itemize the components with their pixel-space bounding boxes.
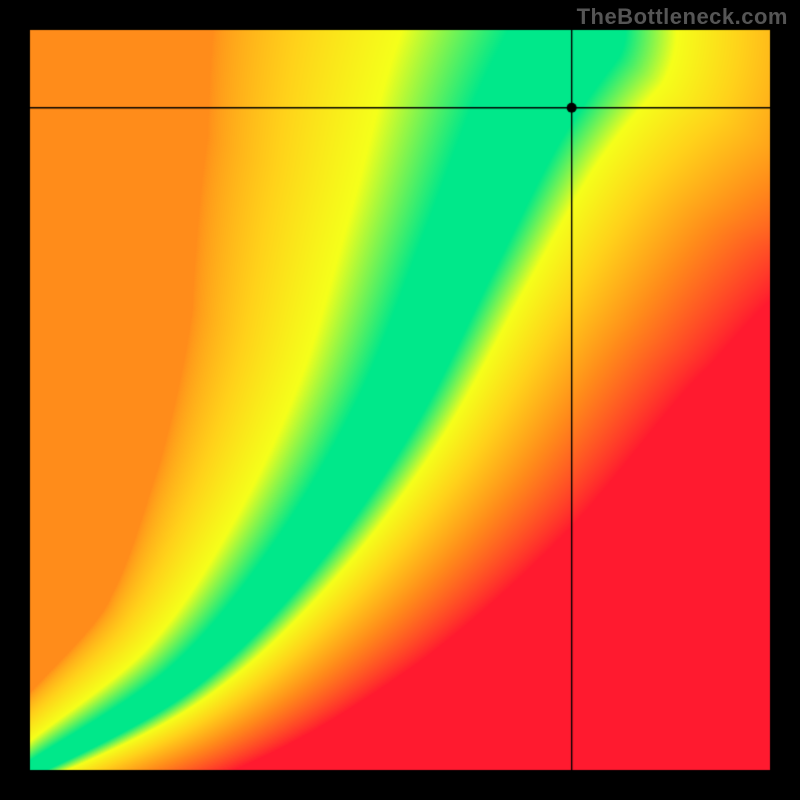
watermark-text: TheBottleneck.com — [577, 4, 788, 30]
chart-container: TheBottleneck.com — [0, 0, 800, 800]
bottleneck-heatmap — [0, 0, 800, 800]
